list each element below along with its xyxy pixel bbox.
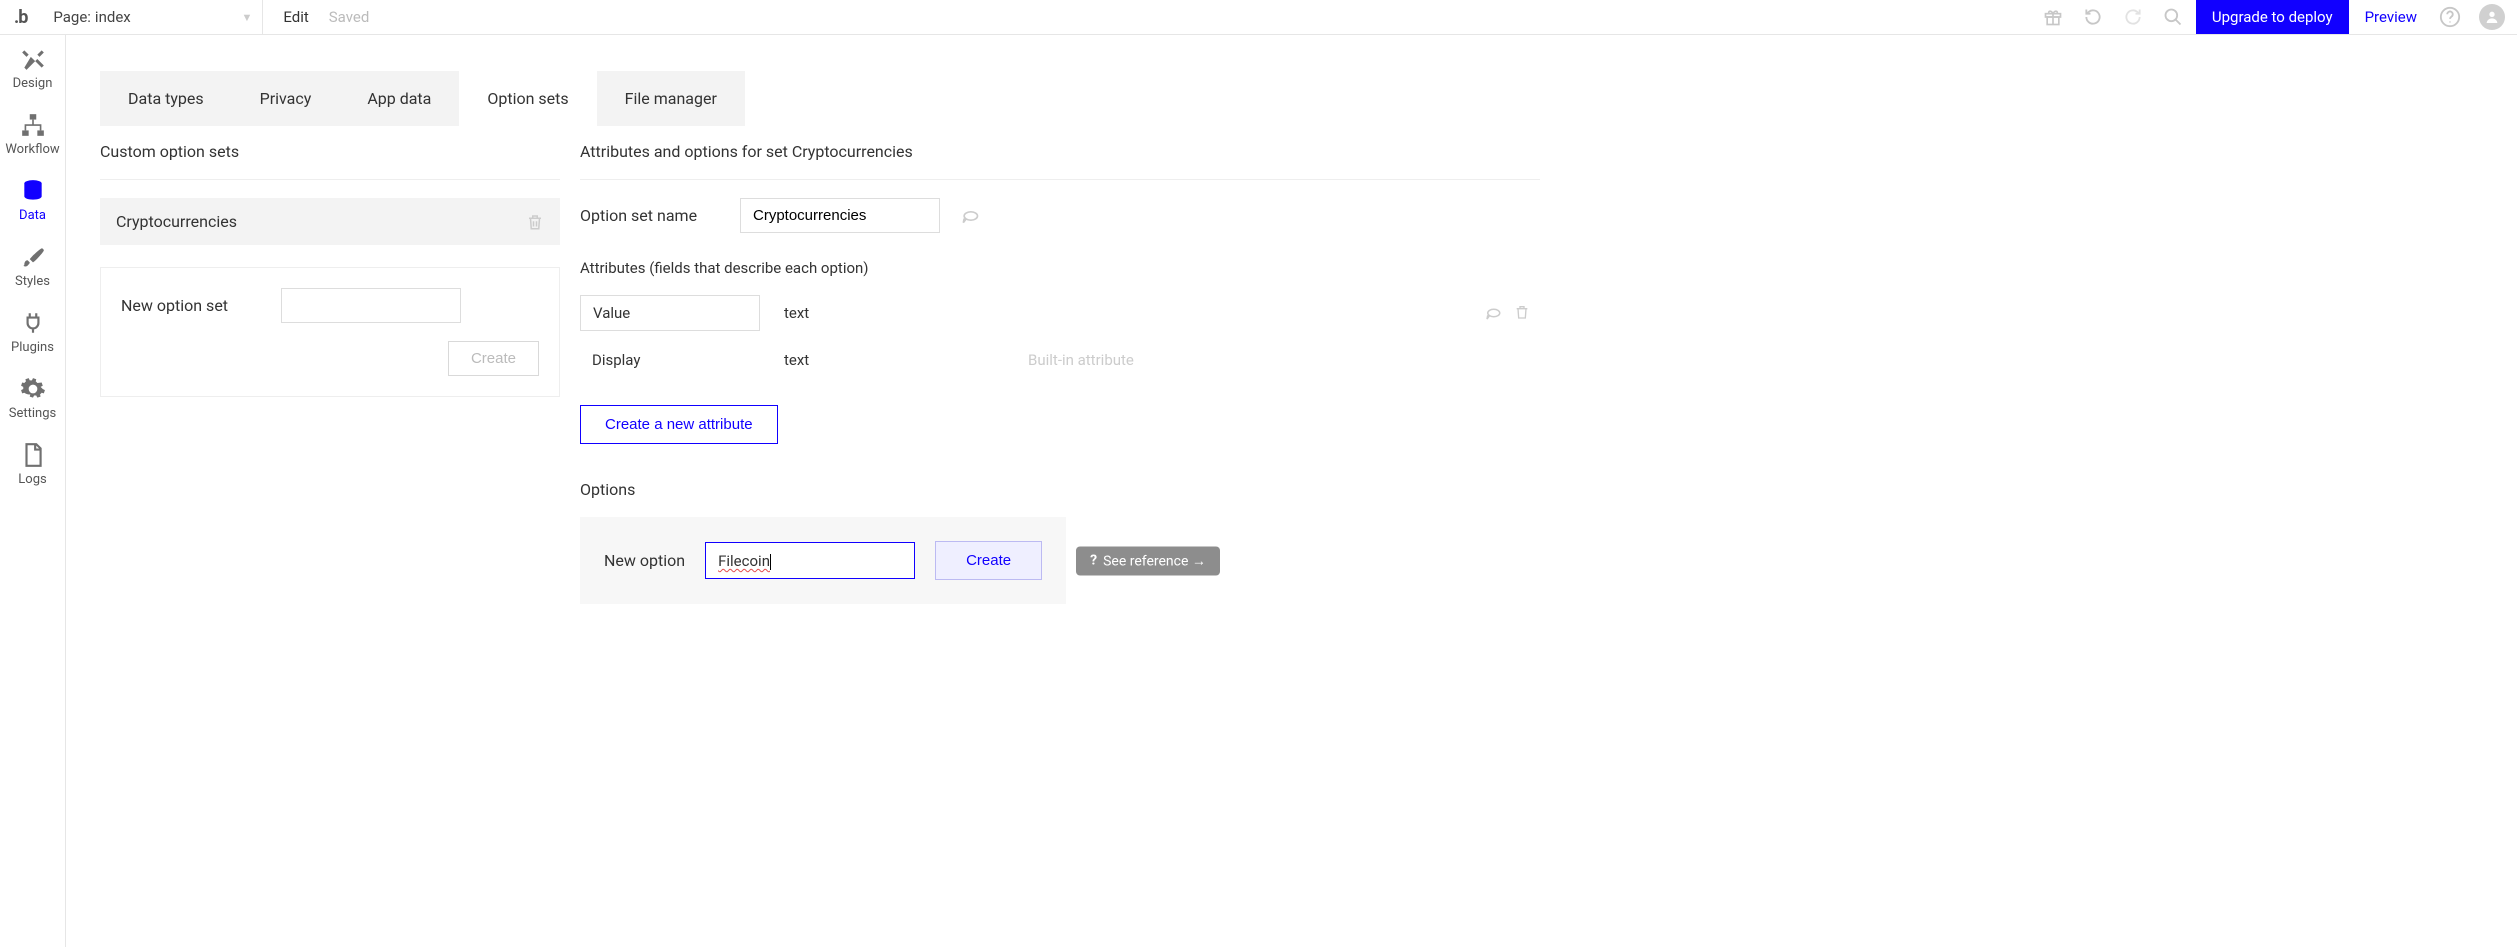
cross-tools-icon: [20, 46, 46, 72]
divider: [580, 179, 1540, 180]
option-set-name: Cryptocurrencies: [116, 212, 237, 231]
page-prefix: Page:: [53, 8, 91, 26]
page-name: index: [95, 8, 131, 26]
detail-title: Attributes and options for set Cryptocur…: [580, 142, 1540, 161]
comment-icon[interactable]: [960, 206, 980, 226]
nav-item-settings[interactable]: Settings: [0, 365, 65, 431]
topbar: .b Page: index ▼ Edit Saved Upgrade to d…: [0, 0, 2517, 35]
detail-title-set: Cryptocurrencies: [792, 142, 913, 161]
data-tabs: Data types Privacy App data Option sets …: [100, 71, 2517, 126]
user-avatar[interactable]: [2479, 4, 2505, 30]
undo-icon[interactable]: [2076, 0, 2110, 34]
preview-link[interactable]: Preview: [2355, 8, 2427, 26]
tab-privacy[interactable]: Privacy: [232, 71, 340, 126]
nav-label: Workflow: [5, 142, 59, 157]
attribute-row: Display text Built-in attribute: [580, 337, 1540, 383]
database-icon: [20, 178, 46, 204]
app-shell: Design Workflow Data Styles Plugins: [0, 35, 2517, 947]
nav-item-data[interactable]: Data: [0, 167, 65, 233]
help-icon: ?: [1090, 553, 1097, 569]
chevron-down-icon: ▼: [241, 11, 252, 24]
attribute-name-input[interactable]: Value: [580, 295, 760, 331]
new-option-label: New option: [604, 551, 685, 570]
attribute-actions: [1484, 304, 1540, 322]
set-name-label: Option set name: [580, 206, 720, 225]
topbar-right: Upgrade to deploy Preview: [2036, 0, 2511, 34]
new-set-row: New option set: [121, 288, 539, 323]
new-option-input[interactable]: [705, 542, 915, 579]
flowchart-icon: [20, 112, 46, 138]
sets-list-column: Custom option sets Cryptocurrencies New …: [100, 142, 560, 604]
gift-icon[interactable]: [2036, 0, 2070, 34]
tab-datatypes[interactable]: Data types: [100, 71, 232, 126]
page-selector[interactable]: Page: index ▼: [43, 0, 263, 35]
custom-sets-title: Custom option sets: [100, 142, 560, 161]
nav-label: Styles: [15, 274, 50, 289]
create-attribute-button[interactable]: Create a new attribute: [580, 405, 778, 444]
nav-item-design[interactable]: Design: [0, 35, 65, 101]
new-set-box: New option set Create: [100, 267, 560, 397]
nav-item-workflow[interactable]: Workflow: [0, 101, 65, 167]
detail-title-prefix: Attributes and options for set: [580, 142, 792, 161]
brush-icon: [20, 244, 46, 270]
options-label: Options: [580, 480, 1540, 499]
new-set-label: New option set: [121, 296, 261, 315]
nav-label: Design: [13, 76, 53, 91]
new-option-box: New option Filecoin Create: [580, 517, 1066, 604]
nav-label: Settings: [9, 406, 56, 421]
trash-icon[interactable]: [526, 213, 544, 231]
edit-link[interactable]: Edit: [271, 8, 320, 26]
trash-icon[interactable]: [1514, 304, 1530, 322]
gear-icon: [20, 376, 46, 402]
nav-label: Logs: [18, 472, 46, 487]
left-nav: Design Workflow Data Styles Plugins: [0, 35, 66, 947]
nav-label: Plugins: [11, 340, 54, 355]
new-set-input[interactable]: [281, 288, 461, 323]
see-reference-tooltip[interactable]: ? See reference →: [1076, 546, 1220, 575]
attribute-type: text: [784, 304, 984, 322]
set-name-input[interactable]: [740, 198, 940, 233]
divider: [100, 179, 560, 180]
tab-appdata[interactable]: App data: [339, 71, 459, 126]
upgrade-button[interactable]: Upgrade to deploy: [2196, 0, 2349, 34]
attributes-label: Attributes (fields that describe each op…: [580, 259, 1540, 277]
nav-label: Data: [19, 208, 46, 223]
nav-item-styles[interactable]: Styles: [0, 233, 65, 299]
search-icon[interactable]: [2156, 0, 2190, 34]
plug-icon: [20, 310, 46, 336]
nav-item-logs[interactable]: Logs: [0, 431, 65, 497]
attribute-type: text: [784, 351, 984, 369]
see-reference-text: See reference →: [1103, 552, 1206, 569]
create-option-button[interactable]: Create: [935, 541, 1042, 580]
attribute-row: Value text: [580, 289, 1540, 337]
create-set-button[interactable]: Create: [448, 341, 539, 376]
comment-icon[interactable]: [1484, 304, 1502, 322]
set-name-row: Option set name: [580, 198, 1540, 233]
document-icon: [20, 442, 46, 468]
set-detail-column: Attributes and options for set Cryptocur…: [580, 142, 1540, 604]
saved-status: Saved: [329, 8, 370, 26]
tab-filemanager[interactable]: File manager: [597, 71, 745, 126]
option-set-row[interactable]: Cryptocurrencies: [100, 198, 560, 245]
builtin-badge: Built-in attribute: [1028, 351, 1134, 369]
help-icon[interactable]: [2433, 0, 2467, 34]
logo-icon[interactable]: .b: [6, 7, 35, 28]
tab-optionsets[interactable]: Option sets: [459, 71, 596, 126]
redo-icon[interactable]: [2116, 0, 2150, 34]
main-panel: Data types Privacy App data Option sets …: [66, 35, 2517, 947]
topbar-left: .b Page: index ▼ Edit Saved: [6, 0, 369, 35]
nav-item-plugins[interactable]: Plugins: [0, 299, 65, 365]
option-sets-panel: Custom option sets Cryptocurrencies New …: [100, 142, 2517, 604]
attribute-name: Display: [580, 343, 760, 377]
